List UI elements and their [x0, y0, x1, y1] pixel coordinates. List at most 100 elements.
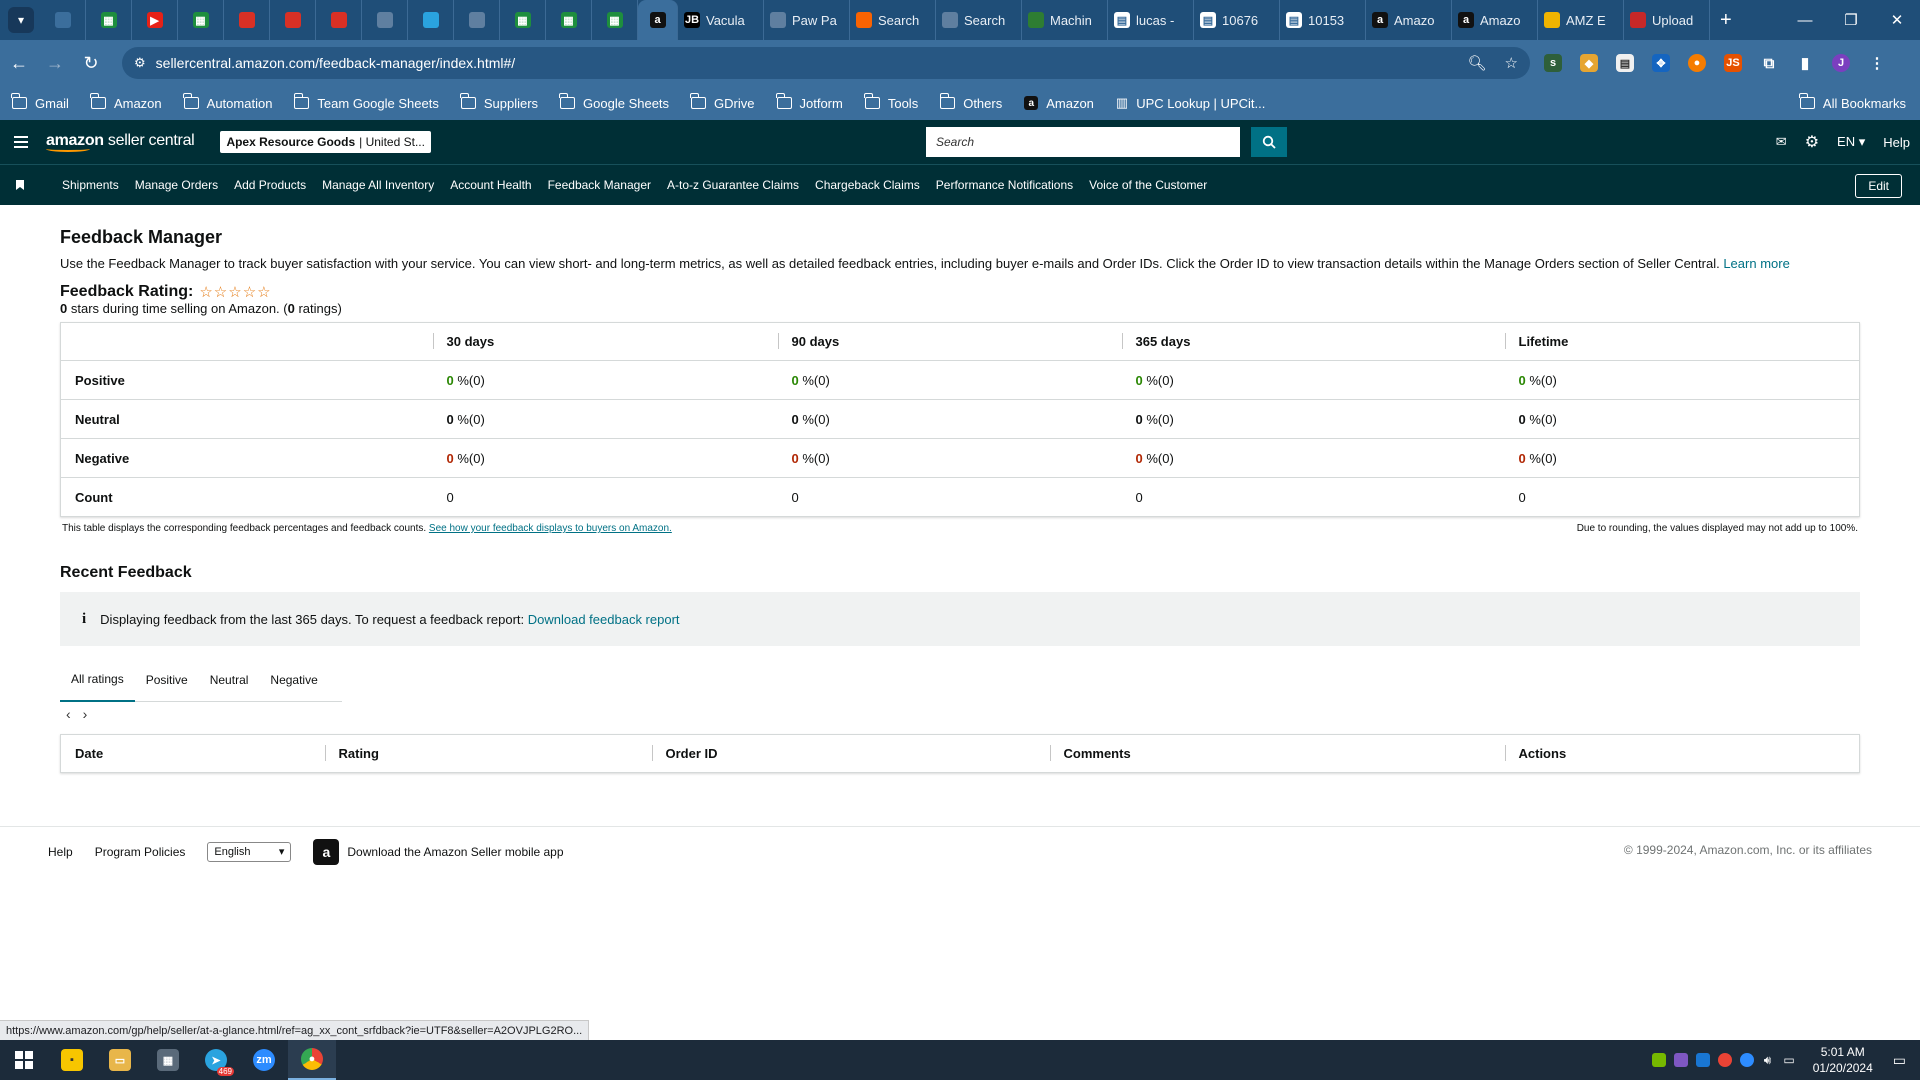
- tab-positive[interactable]: Positive: [135, 658, 199, 702]
- clock[interactable]: 5:01 AM 01/20/2024: [1813, 1044, 1873, 1076]
- browser-tab[interactable]: AMZ E: [1538, 0, 1624, 40]
- column-header-date[interactable]: Date: [61, 735, 325, 773]
- bookmark-pin-icon[interactable]: [16, 180, 24, 190]
- search-button[interactable]: [1251, 127, 1287, 157]
- edit-nav-button[interactable]: Edit: [1855, 174, 1902, 198]
- feedback-display-link[interactable]: See how your feedback displays to buyers…: [429, 523, 672, 534]
- footer-language-select[interactable]: English ▾: [207, 841, 292, 862]
- browser-tab[interactable]: ▤ 10676: [1194, 0, 1280, 40]
- speaker-icon[interactable]: 🔊︎: [1764, 1053, 1772, 1068]
- tab-neutral[interactable]: Neutral: [199, 658, 260, 702]
- tab-all-ratings[interactable]: All ratings: [60, 658, 135, 702]
- browser-tab[interactable]: ▦: [178, 0, 224, 40]
- nvidia-icon[interactable]: [1651, 1053, 1666, 1067]
- windows-start-icon[interactable]: [0, 1040, 48, 1080]
- zoom-app-icon[interactable]: zm: [240, 1040, 288, 1080]
- browser-tab[interactable]: [408, 0, 454, 40]
- nav-add-products[interactable]: Add Products: [234, 178, 306, 192]
- seller-search-input[interactable]: Search: [926, 127, 1240, 157]
- bookmark-item[interactable]: Google Sheets: [559, 93, 669, 111]
- minimize-icon[interactable]: —: [1782, 0, 1828, 40]
- site-info-icon[interactable]: ⚙: [134, 55, 146, 71]
- hamburger-menu-icon[interactable]: [14, 133, 28, 151]
- browser-tab[interactable]: ▦: [546, 0, 592, 40]
- bookmark-item[interactable]: Team Google Sheets: [293, 93, 439, 111]
- all-bookmarks[interactable]: All Bookmarks: [1799, 86, 1906, 120]
- gear-icon[interactable]: ⚙: [1805, 132, 1819, 152]
- chevron-left-icon[interactable]: ‹: [66, 706, 71, 722]
- nav-account-health[interactable]: Account Health: [450, 178, 531, 192]
- bookmark-item[interactable]: Gmail: [11, 93, 69, 111]
- browser-tab[interactable]: ▤ lucas -: [1108, 0, 1194, 40]
- footer-help-link[interactable]: Help: [48, 845, 73, 859]
- browser-tab[interactable]: a Amazo: [1366, 0, 1452, 40]
- nav-manage-all-inventory[interactable]: Manage All Inventory: [322, 178, 434, 192]
- reload-icon[interactable]: ↻: [74, 46, 108, 80]
- restore-icon[interactable]: ❐: [1828, 0, 1874, 40]
- browser-tab[interactable]: ▦: [86, 0, 132, 40]
- tab-search-button[interactable]: ▾: [8, 7, 34, 33]
- bookmark-item[interactable]: Suppliers: [460, 93, 538, 111]
- network-icon[interactable]: ▭: [1783, 1053, 1794, 1067]
- bookmark-item[interactable]: ▥ UPC Lookup | UPCit...: [1116, 95, 1265, 111]
- browser-tab[interactable]: Machin: [1022, 0, 1108, 40]
- column-header-rating[interactable]: Rating: [324, 735, 652, 773]
- browser-tab[interactable]: a: [638, 0, 678, 40]
- extension-icon[interactable]: ✥: [1652, 54, 1670, 72]
- bookmark-item[interactable]: Jotform: [775, 93, 843, 111]
- extension-icon[interactable]: ◆: [1580, 54, 1598, 72]
- bookmark-item[interactable]: Others: [939, 93, 1002, 111]
- puzzle-icon[interactable]: ⧉: [1760, 54, 1778, 72]
- browser-tab[interactable]: ▦: [500, 0, 546, 40]
- bookmark-item[interactable]: Tools: [864, 93, 918, 111]
- zoom-icon[interactable]: 🔍︎: [1468, 54, 1487, 72]
- pen-icon[interactable]: [1673, 1053, 1688, 1067]
- browser-tab[interactable]: [224, 0, 270, 40]
- footer-policies-link[interactable]: Program Policies: [95, 845, 186, 859]
- learn-more-link[interactable]: Learn more: [1723, 256, 1789, 271]
- browser-tab[interactable]: Paw Pa: [764, 0, 850, 40]
- seller-central-logo[interactable]: amazon seller central: [46, 132, 195, 152]
- browser-tab[interactable]: ▶: [132, 0, 178, 40]
- calculator-icon[interactable]: ▦: [144, 1040, 192, 1080]
- help-link[interactable]: Help: [1883, 135, 1910, 150]
- file-explorer-icon[interactable]: ▭: [96, 1040, 144, 1080]
- chrome-taskbar-icon[interactable]: ●: [288, 1040, 336, 1080]
- back-icon[interactable]: ←: [2, 46, 36, 80]
- address-bar[interactable]: ⚙ sellercentral.amazon.com/feedback-mana…: [122, 47, 1530, 79]
- bookmark-star-icon[interactable]: ☆: [1505, 54, 1518, 72]
- extension-icon[interactable]: ▤: [1616, 54, 1634, 72]
- side-panel-icon[interactable]: ▮: [1796, 54, 1814, 72]
- browser-tab[interactable]: [454, 0, 500, 40]
- more-menu-icon[interactable]: ⋮: [1868, 54, 1886, 72]
- chevron-right-icon[interactable]: ›: [83, 706, 88, 722]
- bookmark-item[interactable]: a Amazon: [1024, 96, 1094, 111]
- extension-icon[interactable]: s: [1544, 54, 1562, 72]
- profile-avatar[interactable]: J: [1832, 54, 1850, 72]
- store-selector[interactable]: Apex Resource Goods | United St...: [220, 131, 431, 153]
- mobile-app-link[interactable]: Download the Amazon Seller mobile app: [347, 845, 563, 859]
- amazon-app-icon[interactable]: a: [313, 838, 340, 865]
- nav-a-to-z-guarantee-claims[interactable]: A-to-z Guarantee Claims: [667, 178, 799, 192]
- chrome-tray-icon[interactable]: [1717, 1053, 1732, 1067]
- browser-tab[interactable]: ▦: [592, 0, 638, 40]
- browser-tab[interactable]: Search: [850, 0, 936, 40]
- notifications-icon[interactable]: ▭: [1893, 1052, 1906, 1069]
- browser-tab[interactable]: [316, 0, 362, 40]
- browser-tab[interactable]: [270, 0, 316, 40]
- bookmark-item[interactable]: GDrive: [690, 93, 755, 111]
- browser-tab[interactable]: a Amazo: [1452, 0, 1538, 40]
- nav-chargeback-claims[interactable]: Chargeback Claims: [815, 178, 920, 192]
- nav-voice-of-the-customer[interactable]: Voice of the Customer: [1089, 178, 1207, 192]
- zoom-tray-icon[interactable]: [1739, 1053, 1754, 1067]
- new-tab-button[interactable]: +: [1710, 9, 1742, 32]
- extension-icon[interactable]: ●: [1688, 54, 1706, 72]
- browser-tab[interactable]: JB Vacula: [678, 0, 764, 40]
- browser-tab[interactable]: Search: [936, 0, 1022, 40]
- forward-icon[interactable]: →: [38, 46, 72, 80]
- nav-manage-orders[interactable]: Manage Orders: [135, 178, 218, 192]
- column-header-order-id[interactable]: Order ID: [651, 735, 1050, 773]
- nav-shipments[interactable]: Shipments: [62, 178, 119, 192]
- telegram-taskbar-icon[interactable]: ➤ 469: [192, 1040, 240, 1080]
- browser-tab[interactable]: [40, 0, 86, 40]
